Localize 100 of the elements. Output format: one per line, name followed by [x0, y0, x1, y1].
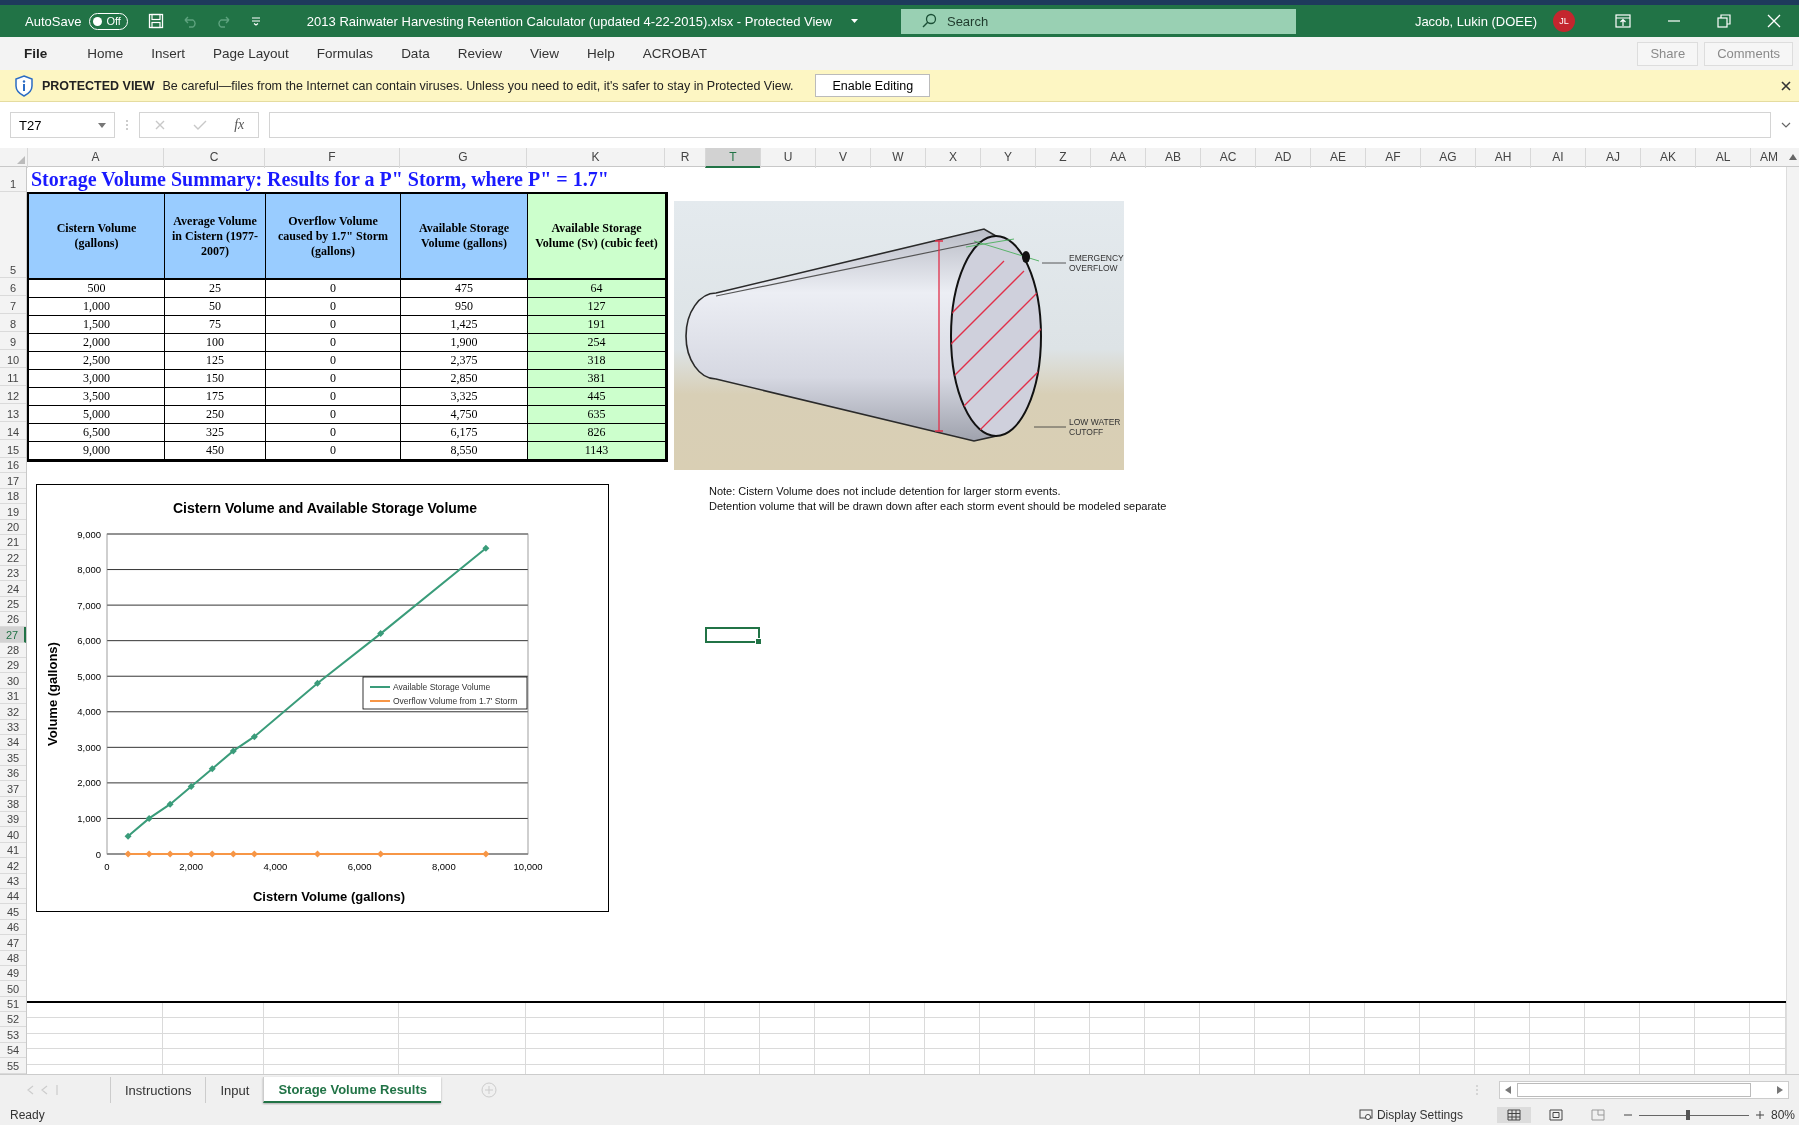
ribbon-tab[interactable]: View [517, 46, 571, 61]
ribbon-display-icon[interactable] [1615, 14, 1631, 28]
empty-cell[interactable] [1200, 1049, 1255, 1065]
empty-cell[interactable] [705, 1003, 760, 1019]
name-box[interactable]: T27 [10, 112, 115, 138]
row-header[interactable]: 41 [0, 842, 26, 859]
vertical-scrollbar[interactable] [1786, 167, 1799, 1074]
redo-icon[interactable] [215, 14, 232, 28]
row-header[interactable]: 54 [0, 1042, 26, 1059]
empty-cell[interactable] [664, 1003, 705, 1019]
empty-cell[interactable] [1365, 1003, 1420, 1019]
cancel-icon[interactable] [153, 119, 166, 131]
empty-cell[interactable] [705, 1033, 760, 1050]
empty-cell[interactable] [1365, 1033, 1420, 1050]
column-header[interactable]: AG [1420, 148, 1475, 168]
row-header[interactable]: 46 [0, 919, 26, 936]
empty-cell[interactable] [815, 1003, 870, 1019]
caret-icon[interactable] [849, 18, 859, 24]
empty-cell[interactable] [1695, 1033, 1750, 1050]
ribbon-tab[interactable]: Page Layout [201, 46, 301, 61]
row-header[interactable]: 35 [0, 750, 26, 766]
empty-cell[interactable] [526, 1003, 664, 1019]
row-header[interactable]: 47 [0, 935, 26, 951]
select-all-icon[interactable] [17, 156, 25, 164]
empty-cell[interactable] [980, 1003, 1035, 1019]
empty-cell[interactable] [1145, 1003, 1200, 1019]
row-header[interactable]: 16 [0, 458, 26, 474]
row-header[interactable]: 44 [0, 888, 26, 905]
empty-cell[interactable] [1640, 1018, 1695, 1034]
row-header[interactable]: 39 [0, 812, 26, 828]
empty-cell[interactable] [163, 1003, 264, 1019]
empty-cell[interactable] [1035, 1018, 1090, 1034]
resize-handle-icon[interactable] [125, 118, 129, 132]
empty-cell[interactable] [1475, 1003, 1530, 1019]
row-header[interactable]: 49 [0, 965, 26, 982]
user-avatar[interactable]: JL [1553, 10, 1575, 32]
column-header[interactable]: AJ [1585, 148, 1640, 168]
empty-cell[interactable] [1090, 1033, 1145, 1050]
row-header[interactable]: 31 [0, 688, 26, 705]
empty-cell[interactable] [1310, 1049, 1365, 1065]
empty-cell[interactable] [1310, 1003, 1365, 1019]
empty-cell[interactable] [1475, 1049, 1530, 1065]
empty-cell[interactable] [705, 1049, 760, 1065]
empty-cell[interactable] [27, 1003, 163, 1019]
empty-cell[interactable] [1530, 1033, 1585, 1050]
row-header[interactable]: 15 [0, 440, 26, 458]
empty-cell[interactable] [760, 1049, 815, 1065]
empty-cell[interactable] [1145, 1049, 1200, 1065]
row-header[interactable]: 32 [0, 704, 26, 720]
empty-cell[interactable] [1035, 1003, 1090, 1019]
empty-cell[interactable] [526, 1049, 664, 1065]
checkmark-icon[interactable] [192, 119, 207, 131]
empty-cell[interactable] [399, 1003, 526, 1019]
row-header[interactable]: 45 [0, 904, 26, 920]
insert-function-button[interactable]: fx [234, 117, 245, 133]
empty-cell[interactable] [1695, 1049, 1750, 1065]
empty-cell[interactable] [1310, 1018, 1365, 1034]
empty-cell[interactable] [526, 1018, 664, 1034]
empty-cell[interactable] [1090, 1018, 1145, 1034]
row-header[interactable]: 1 [0, 167, 26, 192]
empty-cell[interactable] [1090, 1003, 1145, 1019]
row-header[interactable]: 34 [0, 735, 26, 751]
row-header[interactable]: 22 [0, 550, 26, 566]
row-header[interactable]: 33 [0, 719, 26, 736]
column-header[interactable]: AB [1145, 148, 1200, 168]
ribbon-tab[interactable]: Formulas [304, 46, 386, 61]
empty-cell[interactable] [705, 1018, 760, 1034]
column-header[interactable]: V [815, 148, 870, 168]
empty-cell[interactable] [1035, 1049, 1090, 1065]
empty-cell[interactable] [1365, 1049, 1420, 1065]
empty-cell[interactable] [1585, 1018, 1640, 1034]
row-header[interactable]: 55 [0, 1058, 26, 1074]
empty-cell[interactable] [664, 1033, 705, 1050]
column-header[interactable]: F [264, 148, 399, 168]
column-header[interactable]: AL [1695, 148, 1750, 168]
empty-cell[interactable] [980, 1033, 1035, 1050]
row-header[interactable]: 30 [0, 673, 26, 689]
ribbon-tab[interactable]: Review [445, 46, 514, 61]
row-header[interactable]: 9 [0, 332, 26, 350]
ribbon-tab[interactable]: File [12, 46, 60, 61]
empty-cell[interactable] [1365, 1018, 1420, 1034]
row-header[interactable]: 27 [0, 627, 26, 643]
row-header[interactable]: 48 [0, 950, 26, 966]
row-header[interactable]: 37 [0, 781, 26, 797]
empty-cell[interactable] [1585, 1003, 1640, 1019]
save-icon[interactable] [147, 13, 164, 29]
row-header[interactable]: 28 [0, 642, 26, 659]
column-header[interactable]: AK [1640, 148, 1695, 168]
empty-cell[interactable] [399, 1033, 526, 1050]
ribbon-tab[interactable]: Help [574, 46, 627, 61]
row-header[interactable]: 25 [0, 596, 26, 612]
row-header[interactable]: 36 [0, 765, 26, 782]
row-header[interactable]: 6 [0, 278, 26, 296]
sheet-tab[interactable]: Storage Volume Results [263, 1077, 441, 1103]
row-header[interactable]: 23 [0, 565, 26, 582]
column-header[interactable]: U [760, 148, 815, 168]
column-header[interactable]: K [526, 148, 664, 168]
empty-cell[interactable] [925, 1033, 980, 1050]
ribbon-tab[interactable]: ACROBAT [630, 46, 719, 61]
empty-cell[interactable] [1200, 1033, 1255, 1050]
